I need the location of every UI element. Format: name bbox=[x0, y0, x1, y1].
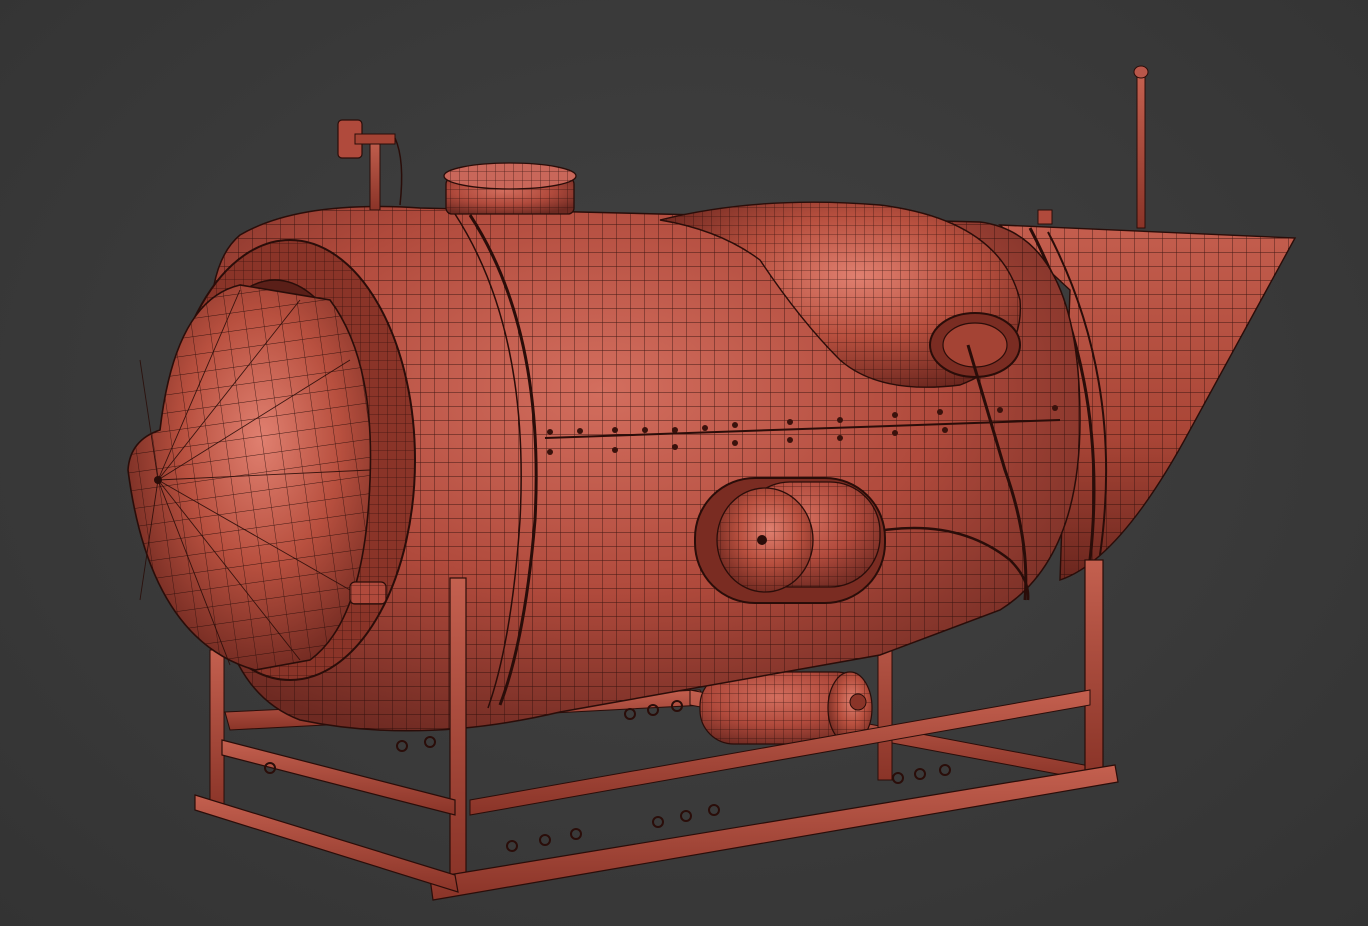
front-mast bbox=[337, 119, 403, 211]
nose-dome bbox=[127, 284, 372, 671]
top-hatch bbox=[443, 162, 577, 215]
nose-clamp bbox=[349, 581, 387, 605]
rear-antenna bbox=[1037, 65, 1149, 229]
submersible-render bbox=[127, 65, 1297, 901]
render-viewport bbox=[0, 0, 1368, 926]
